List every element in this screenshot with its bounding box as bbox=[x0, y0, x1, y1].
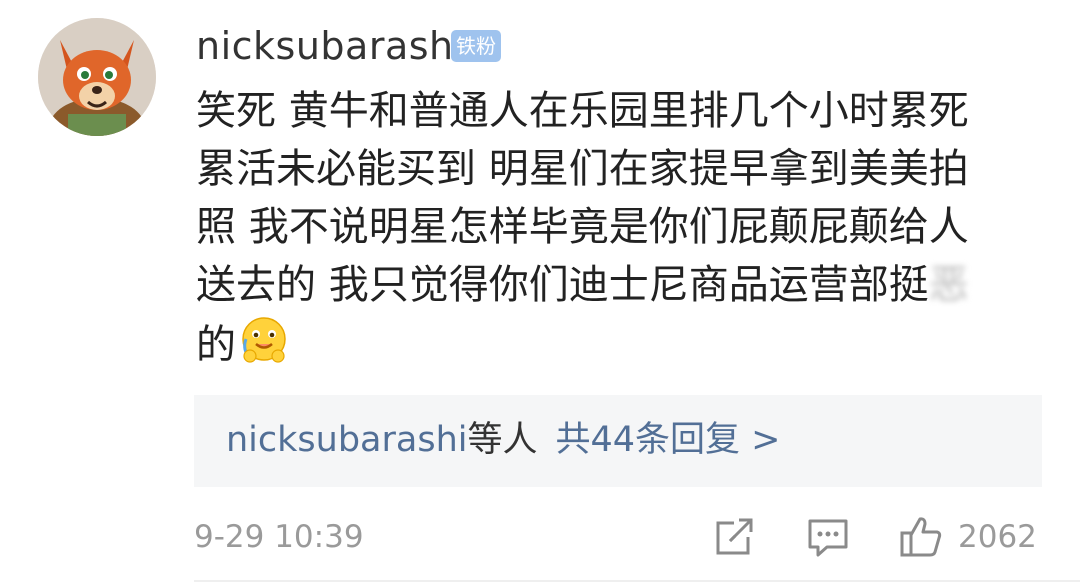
replies-summary[interactable]: nicksubarashi等人 共44条回复 > bbox=[226, 417, 781, 463]
share-icon[interactable] bbox=[712, 513, 758, 559]
replies-preview[interactable]: nicksubarashi等人 共44条回复 > bbox=[194, 395, 1042, 487]
comment-line: 笑死 黄牛和普通人在乐园里排几个小时累死 bbox=[196, 88, 969, 134]
like-count: 2062 bbox=[958, 519, 1037, 555]
censored-char: 恶 bbox=[928, 262, 969, 308]
comment-line: 累活未必能买到 明星们在家提早拿到美美拍 bbox=[196, 146, 969, 192]
comment-body: 笑死 黄牛和普通人在乐园里排几个小时累死 累活未必能买到 明星们在家提早拿到美美… bbox=[196, 82, 1026, 372]
reply-suffix: 等人 bbox=[467, 420, 538, 460]
username[interactable]: nicksubarashi bbox=[196, 24, 465, 68]
comment-timestamp: 9-29 10:39 bbox=[194, 519, 364, 555]
fan-badge[interactable]: 铁粉 bbox=[451, 30, 501, 62]
comment-icon[interactable] bbox=[805, 513, 851, 559]
comment-line: 的 bbox=[196, 314, 1026, 372]
hugging-face-emoji-icon bbox=[238, 314, 290, 366]
fox-avatar-icon bbox=[38, 18, 156, 136]
reply-user-link[interactable]: nicksubarashi bbox=[226, 420, 467, 460]
thumbs-up-icon[interactable] bbox=[898, 513, 944, 559]
comment-line-text: 的 bbox=[196, 322, 236, 368]
comment-line: 照 我不说明星怎样毕竟是你们屁颠屁颠给人 bbox=[196, 204, 969, 250]
avatar[interactable] bbox=[38, 18, 156, 136]
divider bbox=[194, 580, 1080, 582]
comment-line-text: 送去的 我只觉得你们迪士尼商品运营部挺 bbox=[196, 262, 929, 308]
view-replies-link[interactable]: 共44条回复 > bbox=[556, 420, 781, 460]
comment-line: 送去的 我只觉得你们迪士尼商品运营部挺恶 bbox=[196, 256, 1026, 314]
